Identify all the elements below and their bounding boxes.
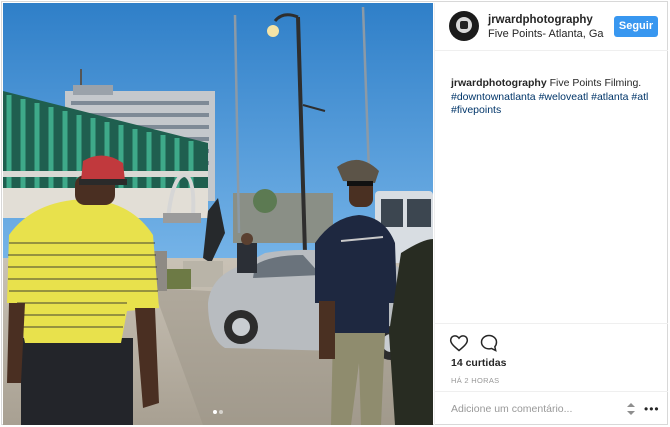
sort-icon[interactable] (626, 402, 636, 416)
post-timestamp[interactable]: HÁ 2 HORAS (451, 376, 499, 385)
more-options-icon[interactable]: ••• (644, 403, 660, 415)
post-details-panel: jrwardphotography Five Points- Atlanta, … (434, 3, 668, 425)
hashtag[interactable]: #atlanta (591, 91, 628, 103)
instagram-post: jrwardphotography Five Points- Atlanta, … (1, 1, 668, 425)
caption-username[interactable]: jrwardphotography (451, 77, 547, 89)
post-location[interactable]: Five Points- Atlanta, Ga (488, 28, 604, 40)
follow-button[interactable]: Seguir (614, 16, 658, 37)
street-scene-image (3, 3, 433, 425)
carousel-indicator (3, 401, 433, 419)
actions-divider (435, 323, 668, 325)
post-caption: jrwardphotography Five Points Filming. #… (451, 77, 656, 118)
hashtag[interactable]: #downtownatlanta (451, 91, 536, 103)
carousel-dot[interactable] (219, 410, 223, 414)
heart-icon[interactable] (449, 333, 469, 353)
hashtag[interactable]: #weloveatl (539, 91, 589, 103)
post-username[interactable]: jrwardphotography (488, 14, 593, 26)
carousel-dot-active[interactable] (213, 410, 217, 414)
post-photo[interactable] (3, 3, 433, 425)
hashtag[interactable]: #atl (631, 91, 648, 103)
caption-text: Five Points Filming. (549, 77, 642, 89)
avatar[interactable] (449, 11, 479, 41)
comment-icon[interactable] (479, 333, 499, 353)
comment-bar: Adicione um comentário... ••• (435, 391, 668, 426)
likes-count[interactable]: 14 curtidas (451, 357, 506, 369)
comment-input[interactable]: Adicione um comentário... (451, 403, 572, 415)
avatar-camera-body (460, 21, 468, 29)
hashtag[interactable]: #fivepoints (451, 104, 501, 116)
post-header: jrwardphotography Five Points- Atlanta, … (435, 3, 668, 51)
